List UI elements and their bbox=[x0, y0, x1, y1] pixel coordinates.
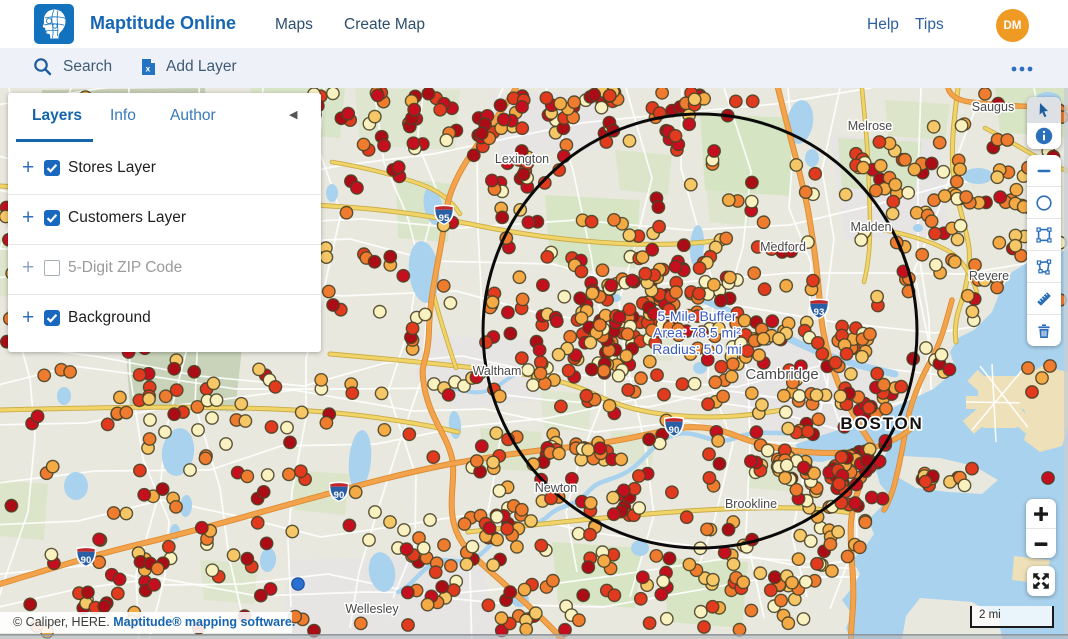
svg-text:Malden: Malden bbox=[851, 220, 892, 234]
svg-text:90: 90 bbox=[81, 555, 92, 566]
svg-text:Lexington: Lexington bbox=[495, 152, 549, 166]
svg-text:Brookline: Brookline bbox=[725, 497, 777, 511]
svg-text:Newton: Newton bbox=[535, 481, 577, 495]
svg-text:90: 90 bbox=[334, 490, 345, 501]
svg-text:90: 90 bbox=[669, 425, 680, 436]
svg-text:5-Mile Buffer: 5-Mile Buffer bbox=[657, 308, 736, 324]
svg-text:Area: 78.5 mi²: Area: 78.5 mi² bbox=[653, 325, 741, 341]
svg-text:Revere: Revere bbox=[969, 269, 1009, 283]
svg-text:x: x bbox=[146, 64, 151, 74]
svg-text:Saugus: Saugus bbox=[972, 100, 1014, 114]
svg-text:Wellesley: Wellesley bbox=[345, 602, 399, 616]
svg-text:Radius: 5.0 mi: Radius: 5.0 mi bbox=[652, 341, 741, 357]
svg-text:Medford: Medford bbox=[760, 240, 806, 254]
svg-text:BOSTON: BOSTON bbox=[840, 414, 923, 433]
svg-text:Melrose: Melrose bbox=[848, 119, 893, 133]
svg-text:93: 93 bbox=[814, 307, 825, 318]
svg-text:95: 95 bbox=[439, 213, 450, 224]
svg-text:Cambridge: Cambridge bbox=[745, 366, 818, 383]
svg-text:Waltham: Waltham bbox=[473, 364, 522, 378]
